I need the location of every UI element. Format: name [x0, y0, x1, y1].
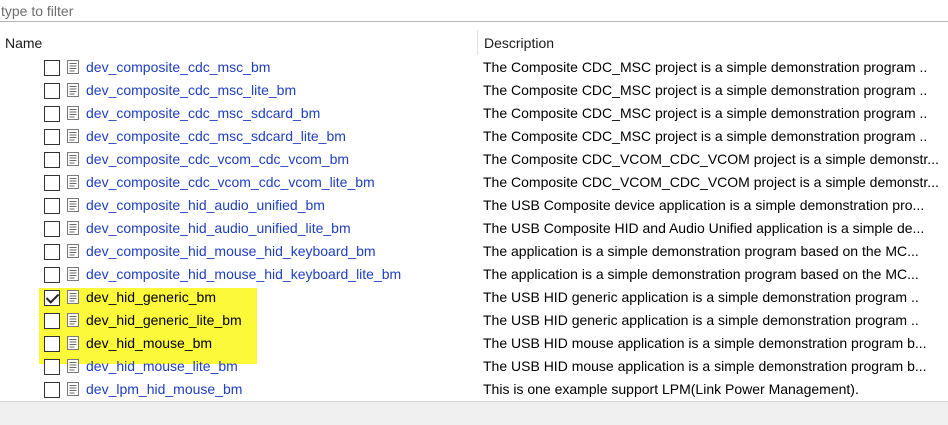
project-description: The USB HID mouse application is a simpl… — [483, 335, 927, 351]
project-description: The USB Composite device application is … — [483, 197, 925, 213]
project-description: The Composite CDC_MSC project is a simpl… — [483, 59, 928, 75]
row-checkbox[interactable] — [44, 382, 60, 398]
document-icon — [67, 290, 79, 304]
table-row[interactable]: dev_composite_cdc_msc_bm The Composite CD… — [0, 56, 948, 79]
document-icon — [67, 198, 79, 212]
document-icon — [67, 267, 79, 281]
table-row[interactable]: dev_hid_generic_bm The USB HID generic ap… — [0, 286, 948, 309]
table-row[interactable]: dev_composite_cdc_msc_sdcard_lite_bm The … — [0, 125, 948, 148]
row-checkbox[interactable] — [44, 290, 60, 306]
table-row[interactable]: dev_composite_hid_mouse_hid_keyboard_lit… — [0, 263, 948, 286]
project-name-link[interactable]: dev_composite_hid_mouse_hid_keyboard_bm — [86, 240, 376, 263]
project-name-link[interactable]: dev_composite_cdc_msc_sdcard_bm — [86, 102, 320, 125]
table-row[interactable]: dev_composite_hid_audio_unified_bm The US… — [0, 194, 948, 217]
table-body: dev_composite_cdc_msc_bm The Composite CD… — [0, 56, 948, 401]
filter-input[interactable] — [0, 0, 948, 22]
row-checkbox[interactable] — [44, 313, 60, 329]
document-icon — [67, 359, 79, 373]
project-name-link[interactable]: dev_composite_cdc_vcom_cdc_vcom_lite_bm — [86, 171, 375, 194]
project-description: The Composite CDC_MSC project is a simpl… — [483, 105, 928, 121]
project-description: The application is a simple demonstratio… — [483, 243, 919, 259]
document-icon — [67, 382, 79, 396]
row-checkbox[interactable] — [44, 359, 60, 375]
table-row[interactable]: dev_composite_cdc_msc_lite_bm The Composi… — [0, 79, 948, 102]
table-row[interactable]: dev_composite_hid_mouse_hid_keyboard_bm T… — [0, 240, 948, 263]
row-checkbox[interactable] — [44, 152, 60, 168]
row-checkbox[interactable] — [44, 60, 60, 76]
row-checkbox[interactable] — [44, 198, 60, 214]
document-icon — [67, 336, 79, 350]
row-checkbox[interactable] — [44, 83, 60, 99]
project-description: This is one example support LPM(Link Pow… — [483, 381, 859, 397]
project-description: The Composite CDC_VCOM_CDC_VCOM project … — [483, 151, 939, 167]
table-row[interactable]: dev_hid_generic_lite_bm The USB HID gener… — [0, 309, 948, 332]
row-checkbox[interactable] — [44, 175, 60, 191]
document-icon — [67, 83, 79, 97]
project-description: The USB HID generic application is a sim… — [483, 312, 919, 328]
table-row[interactable]: dev_composite_cdc_vcom_cdc_vcom_bm The Co… — [0, 148, 948, 171]
row-checkbox[interactable] — [44, 129, 60, 145]
document-icon — [67, 175, 79, 189]
project-description: The USB Composite HID and Audio Unified … — [483, 220, 925, 236]
project-name-link[interactable]: dev_composite_hid_mouse_hid_keyboard_lit… — [86, 263, 401, 286]
table-row[interactable]: dev_composite_cdc_msc_sdcard_bm The Compo… — [0, 102, 948, 125]
project-name-link[interactable]: dev_composite_hid_audio_unified_lite_bm — [86, 217, 351, 240]
project-name-link[interactable]: dev_hid_mouse_bm — [86, 332, 212, 355]
document-icon — [67, 106, 79, 120]
project-description: The Composite CDC_MSC project is a simpl… — [483, 128, 928, 144]
row-checkbox[interactable] — [44, 244, 60, 260]
project-name-link[interactable]: dev_composite_cdc_msc_bm — [86, 56, 270, 79]
project-name-link[interactable]: dev_lpm_hid_mouse_bm — [86, 378, 242, 401]
document-icon — [67, 60, 79, 74]
table-row[interactable]: dev_composite_cdc_vcom_cdc_vcom_lite_bm T… — [0, 171, 948, 194]
document-icon — [67, 221, 79, 235]
column-header-description[interactable]: Description — [484, 30, 554, 55]
table-header: Name Description — [0, 30, 948, 55]
table-row[interactable]: dev_composite_hid_audio_unified_lite_bm T… — [0, 217, 948, 240]
row-checkbox[interactable] — [44, 267, 60, 283]
project-description: The Composite CDC_VCOM_CDC_VCOM project … — [483, 174, 939, 190]
project-name-link[interactable]: dev_hid_generic_bm — [86, 286, 216, 309]
project-name-link[interactable]: dev_composite_cdc_msc_sdcard_lite_bm — [86, 125, 346, 148]
row-checkbox[interactable] — [44, 221, 60, 237]
document-icon — [67, 244, 79, 258]
project-name-link[interactable]: dev_hid_mouse_lite_bm — [86, 355, 238, 378]
status-bar — [0, 401, 948, 425]
document-icon — [67, 129, 79, 143]
project-description: The USB HID generic application is a sim… — [483, 289, 919, 305]
project-description: The Composite CDC_MSC project is a simpl… — [483, 82, 928, 98]
table-row[interactable]: dev_hid_mouse_lite_bm The USB HID mouse a… — [0, 355, 948, 378]
project-description: The USB HID mouse application is a simpl… — [483, 358, 927, 374]
project-description: The application is a simple demonstratio… — [483, 266, 919, 282]
document-icon — [67, 152, 79, 166]
table-row[interactable]: dev_lpm_hid_mouse_bm This is one example … — [0, 378, 948, 401]
row-checkbox[interactable] — [44, 106, 60, 122]
project-table: Name Description dev_composite_cdc_msc_b… — [0, 30, 948, 401]
project-name-link[interactable]: dev_composite_cdc_msc_lite_bm — [86, 79, 296, 102]
project-name-link[interactable]: dev_composite_hid_audio_unified_bm — [86, 194, 325, 217]
row-checkbox[interactable] — [44, 336, 60, 352]
column-divider[interactable] — [477, 30, 478, 55]
document-icon — [67, 313, 79, 327]
project-name-link[interactable]: dev_hid_generic_lite_bm — [86, 309, 242, 332]
column-header-name[interactable]: Name — [5, 30, 42, 55]
filter-bar — [0, 0, 948, 22]
table-row[interactable]: dev_hid_mouse_bm The USB HID mouse applic… — [0, 332, 948, 355]
project-name-link[interactable]: dev_composite_cdc_vcom_cdc_vcom_bm — [86, 148, 349, 171]
